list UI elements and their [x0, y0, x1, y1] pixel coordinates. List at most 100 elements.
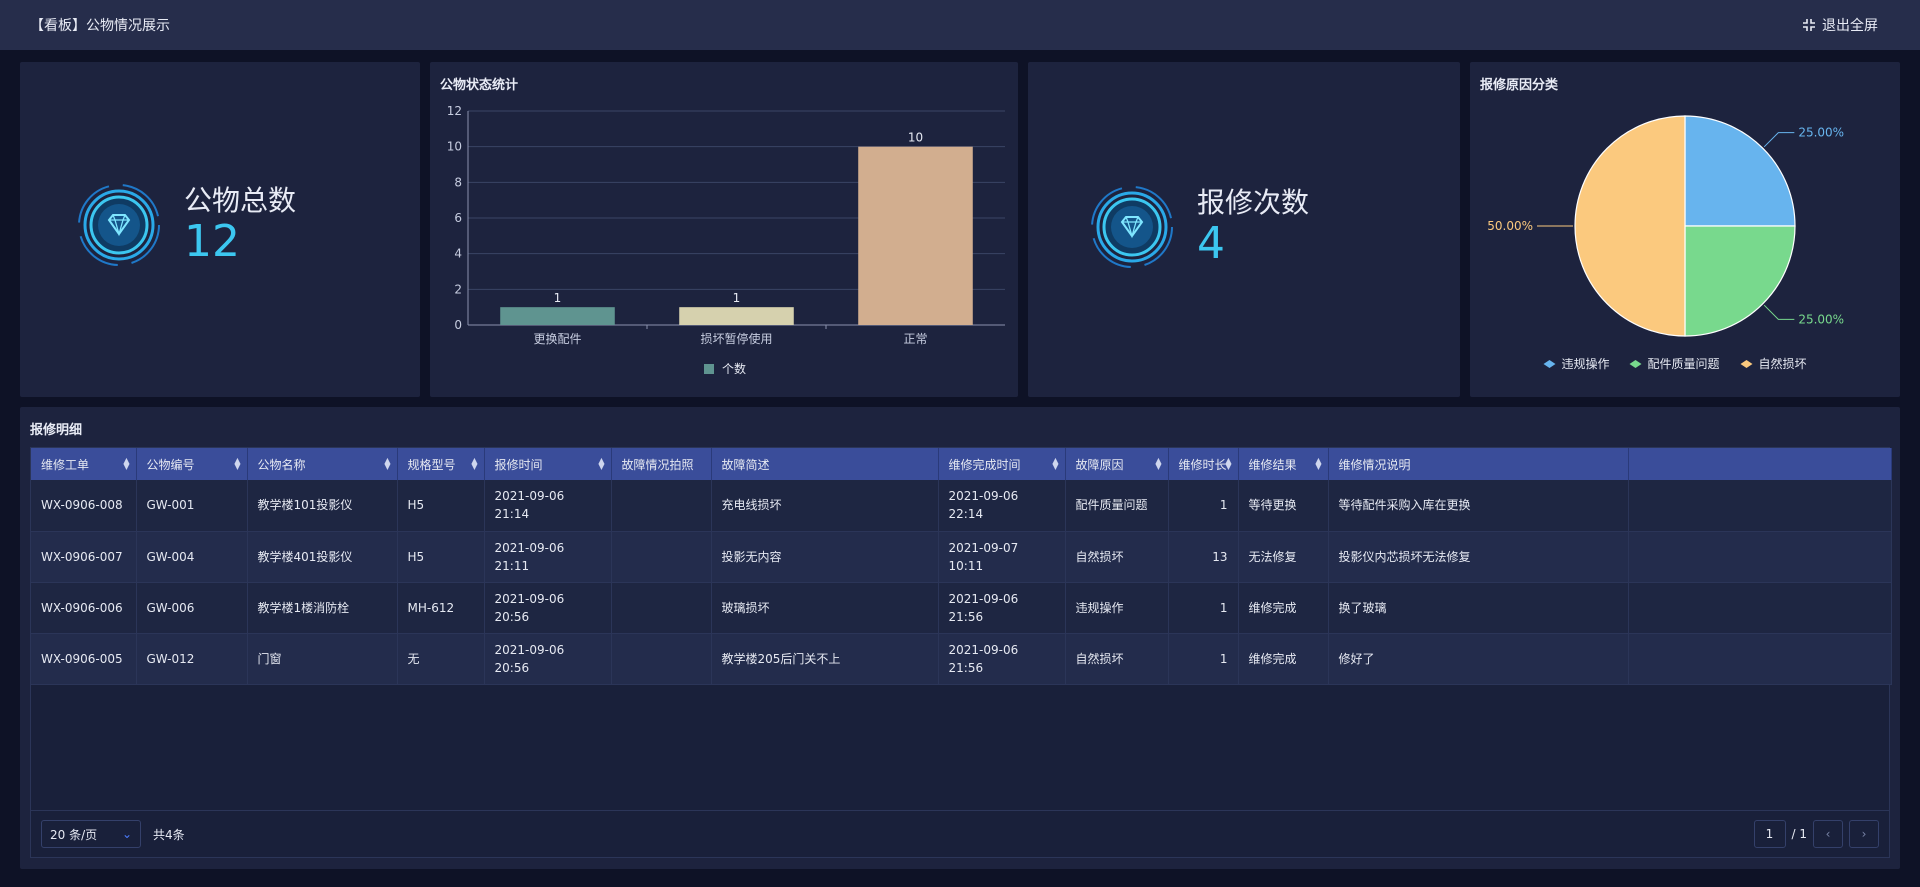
table-cell: 2021-09-06 21:11	[484, 531, 612, 583]
table-cell: 2021-09-06 21:56	[938, 633, 1066, 685]
pie-slice[interactable]	[1574, 115, 1686, 337]
column-header-label: 故障原因	[1075, 457, 1124, 472]
bar[interactable]	[500, 307, 615, 325]
sort-icon[interactable]: ▲ ▼	[1225, 457, 1231, 471]
bar[interactable]	[858, 146, 973, 325]
sort-icon[interactable]: ▲ ▼	[234, 457, 240, 471]
next-page-button[interactable]: ›	[1849, 820, 1879, 848]
table-cell: 2021-09-06 22:14	[938, 480, 1066, 532]
repair-detail-table: 维修工单 ▲ ▼ 公物编号 ▲ ▼ 公物名称 ▲ ▼ 规格型号 ▲ ▼ 报修时间 ▲ ▼ 故障情况拍照 故障简述…	[31, 448, 1892, 685]
page-size-value: 20 条/页	[50, 827, 98, 842]
table-cell	[1628, 531, 1892, 583]
table-cell: 充电线损坏	[711, 480, 939, 532]
table-cell: 2021-09-06 21:56	[938, 582, 1066, 634]
page-number-input[interactable]: 1	[1753, 820, 1786, 848]
legend-swatch	[1740, 360, 1753, 368]
table-cell: WX-0906-007	[31, 531, 137, 583]
y-tick-label: 2	[454, 282, 462, 296]
column-header[interactable]: 维修结果 ▲ ▼	[1238, 448, 1329, 480]
sort-icon[interactable]: ▲ ▼	[123, 457, 129, 471]
column-header[interactable]: 规格型号 ▲ ▼	[397, 448, 485, 480]
sort-icon[interactable]: ▲ ▼	[1315, 457, 1321, 471]
table-row[interactable]: WX-0906-007 GW-004 教学楼401投影仪 H5 2021-09-06 2…	[31, 531, 1892, 583]
chevron-down-icon: ⌄	[121, 827, 132, 841]
y-tick-label: 0	[454, 318, 462, 332]
repair-reason-card: 报修原因分类 25.00% 25.00% 50.00% 违规操作 配件质量问题 自然损坏	[1470, 62, 1900, 397]
legend-label: 自然损坏	[1759, 356, 1807, 371]
x-tick-label: 正常	[903, 332, 927, 346]
repair-count-label: 报修次数	[1197, 186, 1310, 219]
chart-legend[interactable]: 个数	[704, 361, 746, 376]
table-cell: H5	[397, 480, 485, 532]
table-row[interactable]: WX-0906-005 GW-012 门窗无 2021-09-06 20:56 教学楼2…	[31, 633, 1892, 685]
chevron-left-icon: ‹	[1825, 827, 1831, 841]
table-cell	[611, 480, 712, 532]
repair-count-value: 4	[1197, 217, 1225, 269]
table-cell: WX-0906-005	[31, 633, 137, 685]
exit-fullscreen-button[interactable]: 退出全屏	[1802, 15, 1878, 35]
table-cell: 自然损坏	[1065, 633, 1169, 685]
column-header[interactable]: 维修完成时间 ▲ ▼	[938, 448, 1066, 480]
x-tick-label: 更换配件	[533, 332, 581, 346]
legend-item[interactable]: 配件质量问题	[1629, 357, 1720, 371]
repair-reason-pie-chart: 25.00% 25.00% 50.00% 违规操作 配件质量问题 自然损坏	[1487, 115, 1844, 371]
page-total: / 1	[1791, 827, 1808, 841]
sort-icon[interactable]: ▲ ▼	[598, 457, 604, 471]
sort-icon[interactable]: ▲ ▼	[1155, 457, 1161, 471]
asset-status-bar-chart: 0 2 4 6 8 10 12 1 更换配件 1 损坏暂停使用 10 正常个数	[447, 104, 1005, 376]
column-header[interactable]: 报修时间 ▲ ▼	[484, 448, 612, 480]
table-cell: 修好了	[1328, 633, 1629, 685]
total-assets-card: 公物总数 12	[20, 62, 420, 397]
table-cell: 门窗	[247, 633, 398, 685]
table-cell: 等待配件采购入库在更换	[1328, 480, 1629, 532]
column-header-label: 维修结果	[1248, 457, 1297, 472]
diamond-icon	[78, 184, 160, 266]
table-cell: 自然损坏	[1065, 531, 1169, 583]
y-tick-label: 4	[454, 247, 462, 261]
column-header[interactable]: 公物名称 ▲ ▼	[247, 448, 398, 480]
bar[interactable]	[679, 307, 794, 325]
column-header[interactable]: 故障原因 ▲ ▼	[1065, 448, 1169, 480]
table-cell	[1628, 633, 1892, 685]
table-cell: 等待更换	[1238, 480, 1329, 532]
table-cell	[611, 582, 712, 634]
legend-label: 个数	[722, 361, 746, 376]
legend-swatch	[1543, 360, 1556, 368]
table-cell: 玻璃损坏	[711, 582, 939, 634]
table-cell: 教学楼1楼消防栓	[247, 582, 398, 634]
table-cell: 违规操作	[1065, 582, 1169, 634]
legend-item[interactable]: 违规操作	[1543, 356, 1610, 371]
exit-fullscreen-icon	[1803, 19, 1815, 31]
column-header[interactable]: 维修工单 ▲ ▼	[31, 448, 137, 480]
legend-label: 违规操作	[1562, 356, 1610, 371]
x-tick-label: 损坏暂停使用	[700, 331, 772, 346]
column-header[interactable]: 维修时长 ▲ ▼	[1168, 448, 1239, 480]
repair-count-card: 报修次数 4	[1028, 62, 1460, 397]
prev-page-button[interactable]: ‹	[1813, 820, 1843, 848]
bar-value-label: 1	[554, 291, 562, 305]
total-assets-label: 公物总数	[184, 184, 297, 217]
sort-icon[interactable]: ▲ ▼	[384, 457, 390, 471]
column-header[interactable]: 公物编号 ▲ ▼	[136, 448, 248, 480]
sort-icon[interactable]: ▲ ▼	[1052, 457, 1058, 471]
column-header-label: 公物编号	[146, 457, 195, 472]
page-size-select[interactable]: 20 条/页 ⌄	[41, 820, 141, 848]
table-cell: GW-004	[136, 531, 248, 583]
table-cell: GW-006	[136, 582, 248, 634]
column-header-label: 维修完成时间	[948, 457, 1021, 472]
repair-detail-card: 报修明细 维修工单 ▲ ▼ 公物编号 ▲ ▼ 公物名称 ▲ ▼ 规格型号 ▲ ▼ 报修时间 ▲ ▼ 故障情况拍…	[20, 407, 1900, 869]
table-cell: GW-012	[136, 633, 248, 685]
legend-item[interactable]: 自然损坏	[1740, 356, 1807, 371]
exit-fullscreen-label: 退出全屏	[1822, 18, 1878, 34]
column-header-label: 维修时长	[1178, 457, 1227, 472]
table-cell: 投影无内容	[711, 531, 939, 583]
table-row[interactable]: WX-0906-008 GW-001 教学楼101投影仪 H5 2021-09-06 2…	[31, 480, 1892, 532]
page-title: 【看板】公物情况展示	[30, 18, 170, 34]
sort-icon[interactable]: ▲ ▼	[471, 457, 477, 471]
table-row[interactable]: WX-0906-006 GW-006 教学楼1楼消防栓 MH-612 2021-09-0…	[31, 582, 1892, 634]
table-cell: 换了玻璃	[1328, 582, 1629, 634]
column-header	[1628, 448, 1892, 480]
table-cell: WX-0906-008	[31, 480, 137, 532]
table-cell: 2021-09-06 21:14	[484, 480, 612, 532]
table-cell: 无	[397, 633, 485, 685]
